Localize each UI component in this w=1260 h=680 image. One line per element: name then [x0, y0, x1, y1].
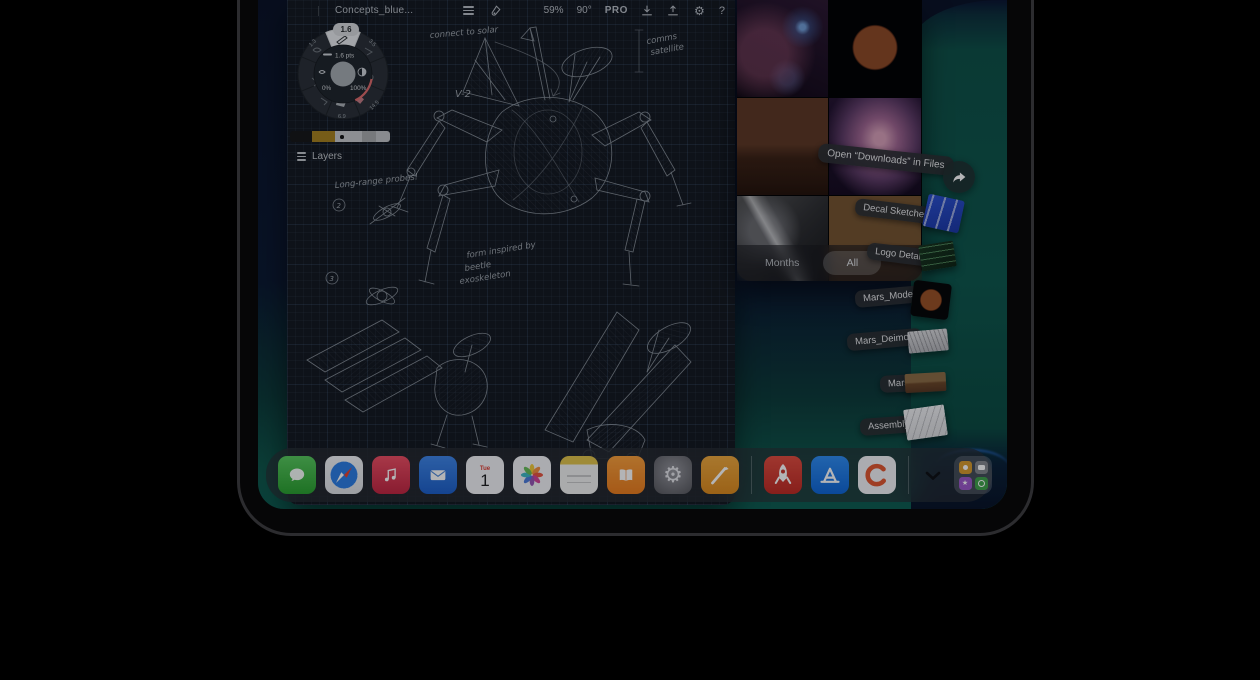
mini-star-icon: ★	[959, 477, 972, 490]
share-forward-button[interactable]	[943, 161, 975, 193]
dock-settings-icon[interactable]: ⚙	[654, 456, 692, 494]
dock-messages-icon[interactable]	[278, 456, 316, 494]
notes-lines	[567, 475, 591, 488]
gear-icon: ⚙	[663, 464, 683, 486]
drop-toast: Open “Downloads” in Files	[817, 143, 954, 176]
mini-clock-icon	[975, 477, 988, 490]
drag-thumb-assembly[interactable]	[903, 404, 948, 440]
dock-app-library-icon[interactable]: ★	[954, 456, 992, 494]
drag-thumb-logo-detail[interactable]	[918, 240, 957, 271]
share-arrow-icon	[949, 167, 969, 187]
drag-thumb-mars[interactable]	[905, 372, 947, 393]
dock-divider	[751, 456, 752, 494]
ipad-screen: connect to solar comms satellite V-2 Lon…	[258, 0, 1007, 509]
dock: Tue 1	[266, 448, 992, 502]
dock-mail-icon[interactable]	[419, 456, 457, 494]
dock-photos-icon[interactable]	[513, 456, 551, 494]
dock-chevron-down-icon[interactable]	[921, 456, 945, 494]
dock-rocket-icon[interactable]	[764, 456, 802, 494]
mini-tips-icon	[959, 461, 972, 474]
drag-thumb-mars-model[interactable]	[910, 280, 952, 320]
calendar-day: 1	[480, 472, 489, 489]
dock-books-icon[interactable]	[607, 456, 645, 494]
dock-app-store-icon[interactable]	[811, 456, 849, 494]
stage: connect to solar comms satellite V-2 Lon…	[0, 0, 1260, 680]
dock-calendar-icon[interactable]: Tue 1	[466, 456, 504, 494]
dock-sketch-pen-icon[interactable]	[701, 456, 739, 494]
drag-thumb-decal-sketches[interactable]	[922, 194, 965, 234]
dock-music-icon[interactable]	[372, 456, 410, 494]
drag-overlay: Open “Downloads” in Files Decal Sketches…	[258, 0, 1007, 509]
dock-divider	[908, 456, 909, 494]
dock-safari-icon[interactable]	[325, 456, 363, 494]
dock-concepts-icon[interactable]	[858, 456, 896, 494]
app-library-grid: ★	[959, 461, 988, 490]
drag-thumb-mars-deimos[interactable]	[907, 328, 949, 353]
mini-camera-icon	[975, 461, 988, 474]
dock-notes-icon[interactable]	[560, 456, 598, 494]
